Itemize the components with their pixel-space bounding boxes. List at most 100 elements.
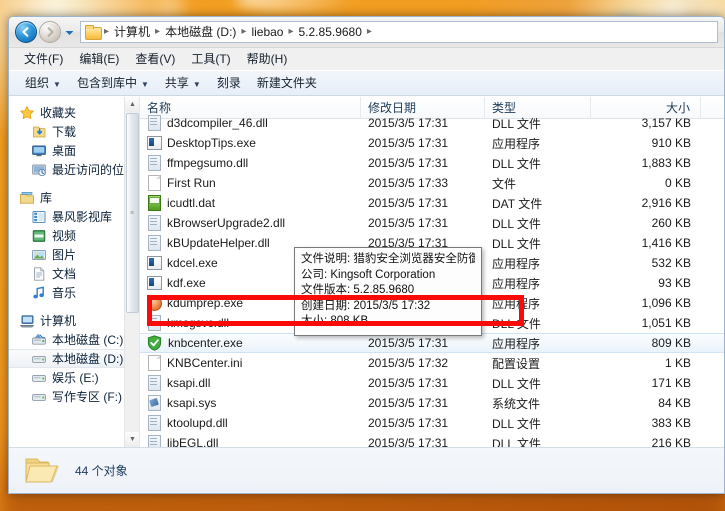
breadcrumb-item-version[interactable]: 5.2.85.9680 — [295, 23, 366, 41]
table-row[interactable]: ksapi.dll2015/3/5 17:31DLL 文件171 KB — [140, 373, 724, 393]
sys-file-icon — [147, 395, 161, 411]
nav-drive-c[interactable]: 本地磁盘 (C:) — [9, 330, 139, 349]
breadcrumb-separator[interactable]: ▸ — [154, 24, 161, 40]
file-size-cell: 0 KB — [591, 176, 701, 190]
breadcrumb-item-computer[interactable]: 计算机 — [110, 23, 154, 41]
file-name-label: kBUpdateHelper.dll — [167, 236, 270, 250]
download-icon — [31, 124, 47, 140]
table-row[interactable]: ktoolupd.dll2015/3/5 17:31DLL 文件383 KB — [140, 413, 724, 433]
nav-drive-d-label: 本地磁盘 (D:) — [52, 352, 123, 366]
nav-documents[interactable]: 文档 — [9, 264, 139, 283]
breadcrumb-separator[interactable]: ▸ — [240, 24, 247, 40]
table-row[interactable]: ffmpegsumo.dll2015/3/5 17:31DLL 文件1,883 … — [140, 153, 724, 173]
nav-drive-f[interactable]: 写作专区 (F:) — [9, 387, 139, 406]
table-row[interactable]: knbcenter.exe2015/3/5 17:31应用程序809 KB — [140, 333, 724, 353]
nav-videos-label: 视频 — [52, 229, 76, 243]
breadcrumb-item-drive-d[interactable]: 本地磁盘 (D:) — [161, 23, 240, 41]
table-row[interactable]: kBrowserUpgrade2.dll2015/3/5 17:31DLL 文件… — [140, 213, 724, 233]
table-row[interactable]: KNBCenter.ini2015/3/5 17:32配置设置1 KB — [140, 353, 724, 373]
menu-tools[interactable]: 工具(T) — [184, 49, 237, 69]
command-share[interactable]: 共享 ▼ — [157, 73, 209, 94]
table-row[interactable]: ksapi.sys2015/3/5 17:31系统文件84 KB — [140, 393, 724, 413]
status-bar: 44 个对象 — [9, 447, 724, 493]
file-size-cell: 260 KB — [591, 216, 701, 230]
nav-pictures[interactable]: 图片 — [9, 245, 139, 264]
breadcrumb-separator[interactable]: ▸ — [287, 24, 294, 40]
file-name-label: kmsgsvc.dll — [167, 316, 229, 330]
nav-music-label: 音乐 — [52, 286, 76, 300]
menu-bar: 文件(F) 编辑(E) 查看(V) 工具(T) 帮助(H) — [9, 48, 724, 70]
file-size-cell: 809 KB — [591, 336, 701, 350]
back-button[interactable] — [15, 21, 37, 43]
file-date-cell: 2015/3/5 17:31 — [361, 216, 485, 230]
nav-group-gap — [9, 302, 139, 311]
table-row[interactable]: First Run2015/3/5 17:33文件0 KB — [140, 173, 724, 193]
command-organize[interactable]: 组织 ▼ — [17, 73, 69, 94]
command-include-in-library[interactable]: 包含到库中 ▼ — [69, 73, 157, 94]
file-name-label: libEGL.dll — [167, 436, 218, 447]
table-row[interactable]: libEGL.dll2015/3/5 17:31DLL 文件216 KB — [140, 433, 724, 447]
nav-drive-f-label: 写作专区 (F:) — [52, 390, 122, 404]
file-date-cell: 2015/3/5 17:31 — [361, 196, 485, 210]
forward-button[interactable] — [39, 21, 61, 43]
table-row[interactable]: icudtl.dat2015/3/5 17:31DAT 文件2,916 KB — [140, 193, 724, 213]
nav-favorites[interactable]: 收藏夹 — [9, 103, 139, 122]
exe-file-icon — [147, 275, 161, 291]
shield-icon — [147, 335, 162, 351]
file-name-label: kdf.exe — [167, 276, 206, 290]
nav-music[interactable]: 音乐 — [9, 283, 139, 302]
table-row[interactable]: DesktopTips.exe2015/3/5 17:31应用程序910 KB — [140, 133, 724, 153]
breadcrumb-separator[interactable]: ▸ — [366, 24, 373, 40]
table-row[interactable]: d3dcompiler_46.dll2015/3/5 17:31DLL 文件3,… — [140, 113, 724, 133]
nav-downloads[interactable]: 下载 — [9, 122, 139, 141]
library-icon — [19, 190, 35, 206]
nav-scrollbar-thumb[interactable]: ≡ — [126, 113, 139, 313]
scroll-up-icon[interactable]: ▲ — [125, 97, 140, 112]
nav-baofeng-library[interactable]: 暴风影视库 — [9, 207, 139, 226]
menu-view[interactable]: 查看(V) — [128, 49, 182, 69]
folder-icon — [85, 25, 101, 39]
file-size-cell: 383 KB — [591, 416, 701, 430]
tooltip-line: 创建日期: 2015/3/5 17:32 — [301, 299, 475, 315]
command-new-folder[interactable]: 新建文件夹 — [249, 73, 325, 94]
file-size-cell: 84 KB — [591, 396, 701, 410]
breadcrumb-item-liebao[interactable]: liebao — [247, 23, 287, 41]
menu-help[interactable]: 帮助(H) — [240, 49, 295, 69]
file-name-label: kdcel.exe — [167, 256, 218, 270]
drive-icon — [31, 389, 47, 405]
command-burn[interactable]: 刻录 — [209, 73, 249, 94]
file-date-cell: 2015/3/5 17:33 — [361, 176, 485, 190]
file-size-cell: 3,157 KB — [591, 116, 701, 130]
file-name-label: ktoolupd.dll — [167, 416, 228, 430]
menu-file[interactable]: 文件(F) — [17, 49, 70, 69]
dll-file-icon — [147, 315, 161, 331]
nav-videos[interactable]: 视频 — [9, 226, 139, 245]
file-date-cell: 2015/3/5 17:31 — [361, 116, 485, 130]
scroll-down-icon[interactable]: ▼ — [125, 432, 140, 447]
file-type-cell: DLL 文件 — [485, 375, 591, 392]
file-name-label: kdumprep.exe — [167, 296, 243, 310]
nav-recent-places[interactable]: 最近访问的位置 — [9, 160, 139, 179]
file-size-cell: 1,883 KB — [591, 156, 701, 170]
recent-places-icon — [31, 162, 47, 178]
file-name-cell: DesktopTips.exe — [140, 135, 361, 151]
recent-pages-button[interactable] — [63, 21, 76, 43]
nav-scrollbar[interactable]: ▲ ≡ ▼ — [124, 97, 139, 447]
file-name-cell: ktoolupd.dll — [140, 415, 361, 431]
nav-desktop[interactable]: 桌面 — [9, 141, 139, 160]
file-date-cell: 2015/3/5 17:31 — [361, 436, 485, 447]
menu-edit[interactable]: 编辑(E) — [72, 49, 126, 69]
file-name-label: KNBCenter.ini — [167, 356, 242, 370]
file-type-cell: DLL 文件 — [485, 415, 591, 432]
nav-drive-e[interactable]: 娱乐 (E:) — [9, 368, 139, 387]
file-date-cell: 2015/3/5 17:31 — [361, 156, 485, 170]
file-name-cell: knbcenter.exe — [140, 335, 361, 351]
back-arrow-icon — [20, 26, 32, 38]
nav-computer[interactable]: 计算机 — [9, 311, 139, 330]
nav-libraries[interactable]: 库 — [9, 188, 139, 207]
dll-file-icon — [147, 215, 161, 231]
nav-drive-d[interactable]: 本地磁盘 (D:) — [9, 349, 139, 368]
breadcrumb-separator[interactable]: ▸ — [103, 24, 110, 40]
breadcrumb[interactable]: ▸ 计算机 ▸ 本地磁盘 (D:) ▸ liebao ▸ 5.2.85.9680… — [80, 21, 718, 43]
wallpaper-highlight — [236, 0, 356, 12]
